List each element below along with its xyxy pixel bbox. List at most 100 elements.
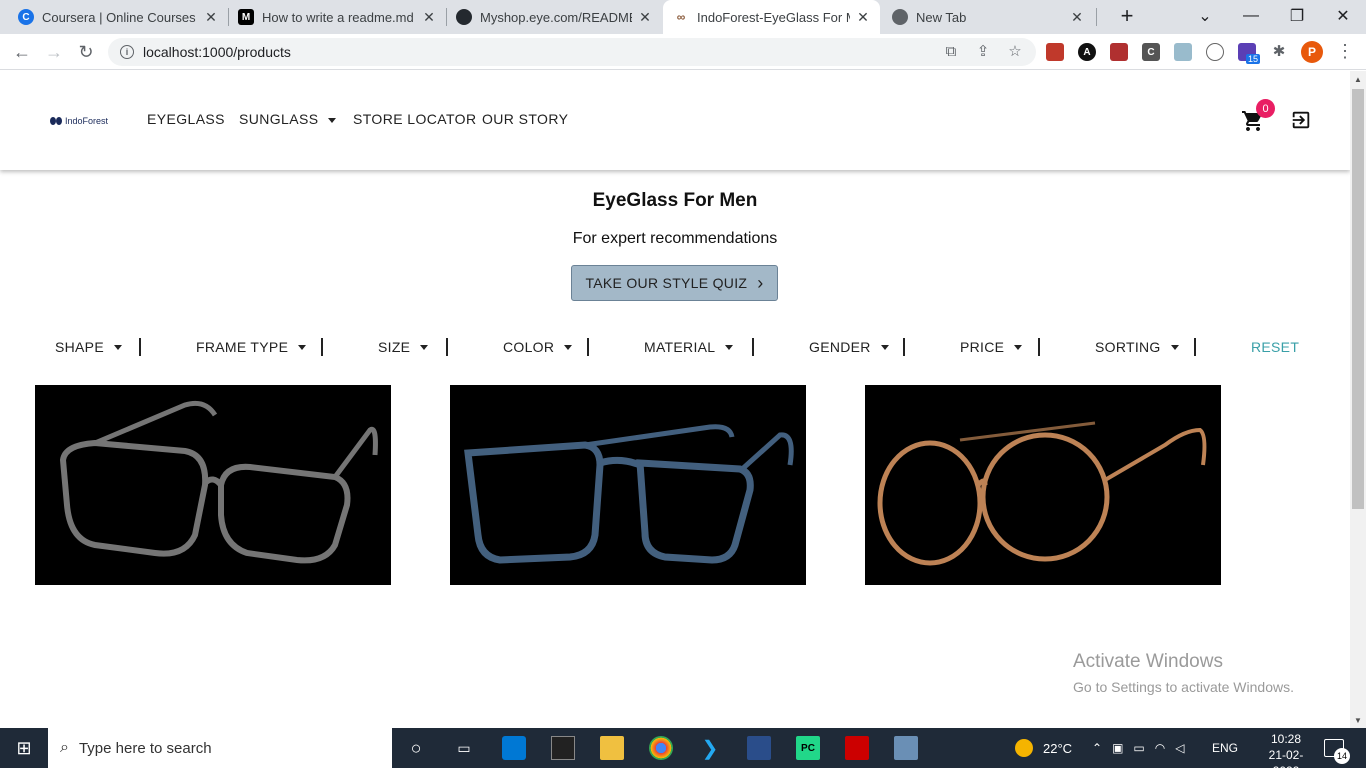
tab-close-icon[interactable]: ✕ (204, 9, 218, 26)
filter-color[interactable]: COLOR (503, 339, 573, 355)
product-card[interactable] (450, 385, 806, 585)
address-bar[interactable]: i localhost:1000/products (108, 38, 1036, 66)
taskbar-search-box[interactable]: ⌕ Type here to search (48, 728, 392, 768)
medium-favicon-icon: M (238, 9, 254, 25)
nav-sunglass[interactable]: SUNGLASS (239, 111, 337, 127)
nav-store-locator[interactable]: STORE LOCATOR (353, 111, 476, 127)
chevron-up-icon[interactable]: ⌃ (1092, 741, 1102, 755)
close-window-button[interactable]: ✕ (1320, 0, 1366, 32)
battery-icon[interactable]: ▭ (1133, 741, 1144, 755)
minimize-window-button[interactable]: — (1228, 0, 1274, 32)
extension-badge: 15 (1246, 54, 1261, 64)
dropdown-caret-icon (298, 344, 307, 350)
filter-price[interactable]: PRICE (960, 339, 1023, 355)
page-title: EyeGlass For Men (592, 190, 758, 211)
tab-title: How to write a readme.md file (262, 9, 416, 25)
reset-filters-button[interactable]: RESET (1251, 339, 1299, 355)
task-view-icon[interactable]: ▭ (452, 736, 476, 760)
dropdown-caret-icon (420, 344, 429, 350)
chrome-icon[interactable] (649, 736, 673, 760)
page-scrollbar[interactable]: ▲ ▼ (1350, 71, 1366, 728)
tab-new-tab[interactable]: New Tab ✕ (882, 0, 1094, 34)
page-subtitle: For expert recommendations (572, 230, 778, 247)
github-favicon-icon (456, 9, 472, 25)
weather-widget[interactable]: 22°C (1015, 728, 1072, 768)
bookmark-star-icon[interactable]: ☆ (1004, 40, 1026, 62)
store-icon[interactable] (502, 736, 526, 760)
site-info-icon[interactable]: i (120, 45, 134, 59)
extension-angular-icon[interactable]: A (1078, 43, 1096, 61)
file-explorer-icon[interactable] (600, 736, 624, 760)
tab-indoforest[interactable]: ∞ IndoForest-EyeGlass For Men ✕ (663, 0, 880, 34)
logout-icon[interactable] (1290, 109, 1312, 131)
filter-frame-type[interactable]: FRAME TYPE (196, 339, 307, 355)
app-icon[interactable] (894, 736, 918, 760)
nav-our-story[interactable]: OUR STORY (482, 111, 568, 127)
system-tray-icons[interactable]: ⌃ ▣ ▭ ◠ ◁ (1092, 728, 1184, 768)
product-card[interactable] (865, 385, 1221, 585)
filter-divider (752, 338, 754, 356)
filter-shape[interactable]: SHAPE (55, 339, 122, 355)
filter-size[interactable]: SIZE (378, 339, 429, 355)
tab-readme-howto[interactable]: M How to write a readme.md file ✕ (228, 0, 446, 34)
terminal-icon[interactable] (551, 736, 575, 760)
filter-material[interactable]: MATERIAL (644, 339, 734, 355)
restore-window-button[interactable]: ❐ (1274, 0, 1320, 32)
extension-cloud-icon[interactable] (1174, 43, 1192, 61)
cortana-icon[interactable]: ○ (404, 736, 428, 760)
new-tab-button[interactable]: + (1104, 0, 1150, 32)
scroll-down-arrow-icon[interactable]: ▼ (1350, 712, 1366, 728)
tab-search-chevron-icon[interactable]: ⌄ (1182, 0, 1228, 32)
tab-title: New Tab (916, 9, 967, 25)
filter-sorting[interactable]: SORTING (1095, 339, 1179, 355)
site-logo[interactable]: IndoForest (50, 115, 118, 127)
watermark-line2: Go to Settings to activate Windows. (1073, 679, 1294, 695)
profile-avatar[interactable]: P (1301, 41, 1323, 63)
cart-count-badge: 0 (1256, 99, 1275, 118)
acrobat-icon[interactable] (845, 736, 869, 760)
back-arrow-icon[interactable]: ← (8, 38, 36, 66)
page-viewport: IndoForest EYEGLASS SUNGLASS STORE LOCAT… (0, 71, 1350, 723)
network-icon[interactable]: ▣ (1112, 741, 1123, 755)
volume-icon[interactable]: ◁ (1175, 741, 1184, 755)
glasses-favicon-icon: ∞ (676, 10, 686, 24)
tab-close-icon[interactable]: ✕ (422, 9, 436, 26)
extension-tool-icon[interactable] (1110, 43, 1128, 61)
product-card[interactable] (35, 385, 391, 585)
nav-eyeglass[interactable]: EYEGLASS (147, 111, 225, 127)
share-icon[interactable]: ⇪ (972, 40, 994, 62)
tab-coursera[interactable]: C Coursera | Online Courses & C ✕ (8, 0, 228, 34)
notification-count-badge: 14 (1334, 748, 1350, 764)
product-image-blue-square-glasses (464, 424, 794, 564)
reload-icon[interactable]: ↻ (72, 38, 100, 66)
filter-gender[interactable]: GENDER (809, 339, 889, 355)
vscode-icon[interactable]: ❯ (698, 736, 722, 760)
windows-start-icon[interactable]: ⊞ (12, 736, 36, 760)
extension-red-icon[interactable] (1046, 43, 1064, 61)
pycharm-icon[interactable]: PC (796, 736, 820, 760)
dropdown-caret-icon (725, 344, 734, 350)
language-indicator[interactable]: ENG (1212, 728, 1238, 768)
scrollbar-thumb[interactable] (1352, 89, 1364, 509)
tab-github-readme[interactable]: Myshop.eye.com/README.md ✕ (446, 0, 662, 34)
clock[interactable]: 10:28 21-02-2022 (1258, 731, 1314, 779)
browser-menu-icon[interactable]: ⋮ (1334, 40, 1356, 62)
forward-arrow-icon[interactable]: → (40, 38, 68, 66)
url-text: localhost:1000/products (143, 44, 291, 60)
extension-circle-icon[interactable] (1206, 43, 1224, 61)
style-quiz-button[interactable]: TAKE OUR STYLE QUIZ › (571, 265, 778, 301)
open-in-new-icon[interactable]: ⧉ (940, 40, 962, 62)
filter-divider (903, 338, 905, 356)
tab-close-icon[interactable]: ✕ (856, 9, 870, 26)
site-header: IndoForest EYEGLASS SUNGLASS STORE LOCAT… (0, 71, 1350, 170)
app-icon[interactable] (747, 736, 771, 760)
extensions-puzzle-icon[interactable]: ✱ (1268, 40, 1290, 62)
extension-c-icon[interactable]: C (1142, 43, 1160, 61)
activate-windows-watermark: Activate Windows Go to Settings to activ… (1073, 651, 1294, 695)
scroll-up-arrow-icon[interactable]: ▲ (1350, 71, 1366, 87)
chrome-favicon-icon (892, 9, 908, 25)
tab-close-icon[interactable]: ✕ (638, 9, 652, 26)
wifi-icon[interactable]: ◠ (1155, 741, 1165, 755)
tab-close-icon[interactable]: ✕ (1070, 9, 1084, 26)
logo-glasses-icon (50, 117, 62, 125)
